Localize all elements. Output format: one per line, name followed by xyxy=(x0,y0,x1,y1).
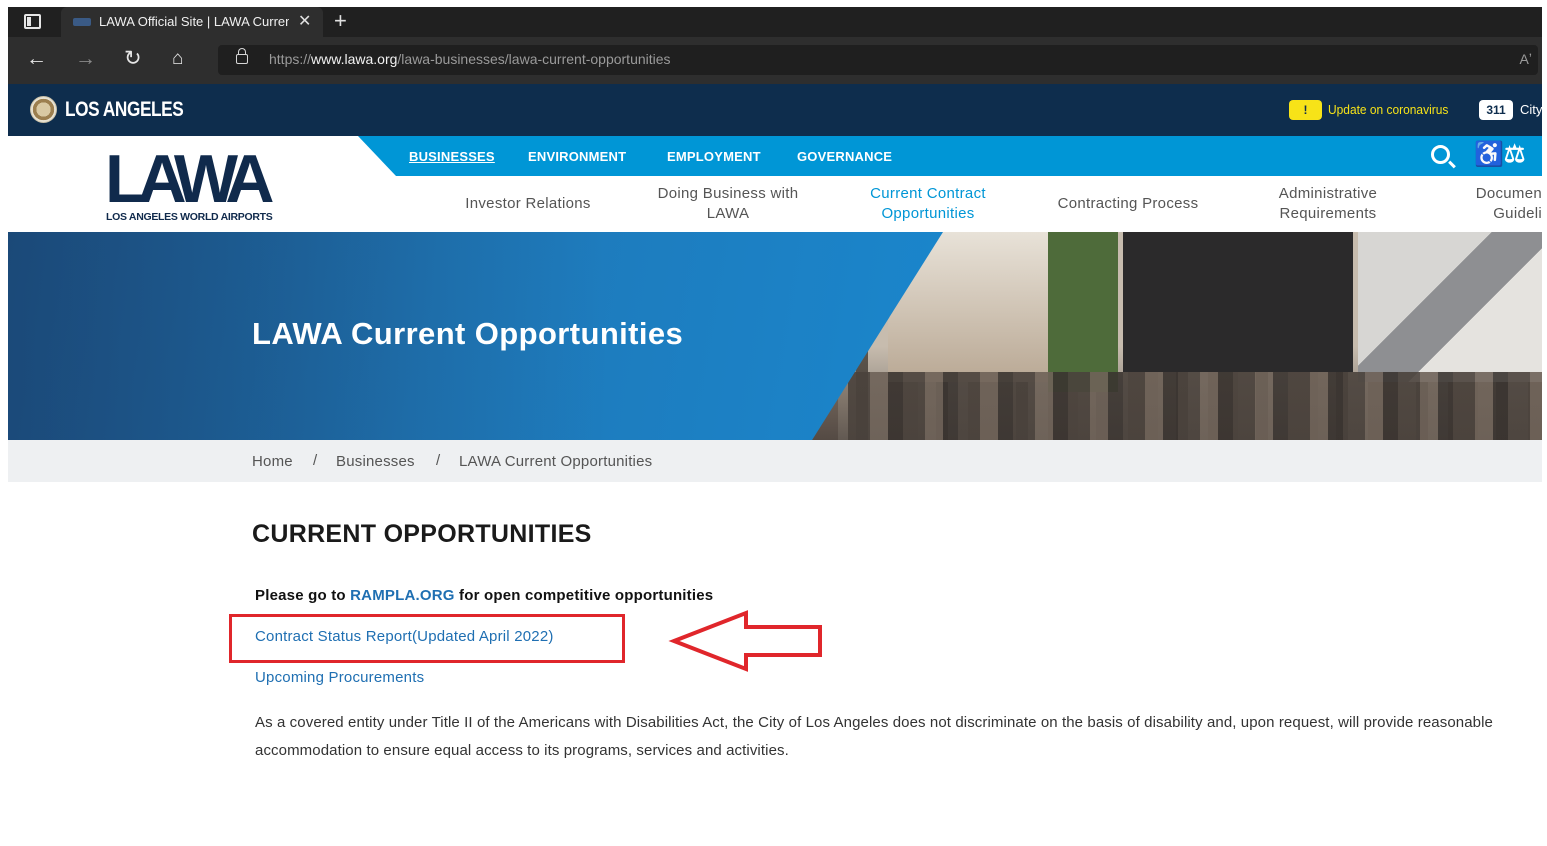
intro-after: for open competitive opportunities xyxy=(454,587,714,604)
site-header: BUSINESSES ENVIRONMENT EMPLOYMENT GOVERN… xyxy=(8,136,1542,232)
search-icon[interactable] xyxy=(1431,145,1450,164)
subnav-current-contract-opportunities[interactable]: Current Contract Opportunities xyxy=(848,184,1008,224)
refresh-icon[interactable]: ↻ xyxy=(124,47,142,71)
subnav-label-line: Doing Business with xyxy=(657,185,799,202)
forward-icon[interactable]: → xyxy=(75,47,96,71)
ada-notice: As a covered entity under Title II of th… xyxy=(255,714,1493,759)
alert-icon: ! xyxy=(1289,100,1322,120)
subnav-label-line: Administrative xyxy=(1278,185,1378,202)
annotation-highlight-box xyxy=(229,614,625,663)
accessibility-icon[interactable]: ♿⚖ xyxy=(1474,140,1525,169)
subnav-investor-relations[interactable]: Investor Relations xyxy=(448,194,608,214)
read-aloud-icon[interactable]: Aʼ xyxy=(1520,51,1532,67)
subnav-doing-business[interactable]: Doing Business with LAWA xyxy=(638,184,818,224)
logo-wordmark: LAWA xyxy=(105,141,274,217)
topnav-businesses[interactable]: BUSINESSES xyxy=(409,149,495,164)
topnav-governance[interactable]: GOVERNANCE xyxy=(797,149,892,164)
breadcrumb-separator: / xyxy=(436,452,441,469)
url-path: /lawa-businesses/lawa-current-opportunit… xyxy=(397,51,671,67)
tab-actions-icon[interactable] xyxy=(24,14,41,29)
breadcrumb-businesses[interactable]: Businesses xyxy=(336,453,415,470)
subnav-label-line: Documen xyxy=(1475,185,1542,202)
browser-tab-bar: LAWA Official Site | LAWA Curren ✕ + xyxy=(8,7,1542,37)
new-tab-icon[interactable]: + xyxy=(334,8,347,34)
tab-title: LAWA Official Site | LAWA Curren xyxy=(99,14,289,29)
hero-title: LAWA Current Opportunities xyxy=(252,316,684,351)
page-heading: CURRENT OPPORTUNITIES xyxy=(252,520,592,548)
subnav-label-line: Guideli xyxy=(1493,205,1542,222)
hero-banner: LAWA Current Opportunities xyxy=(8,232,1542,440)
hero-photo-escalator xyxy=(1358,232,1542,382)
topnav-employment[interactable]: EMPLOYMENT xyxy=(667,149,761,164)
subnav-contracting-process[interactable]: Contracting Process xyxy=(1038,194,1218,214)
coronavirus-link[interactable]: Update on coronavirus xyxy=(1328,102,1448,117)
subnav-label-line: Opportunities xyxy=(881,205,975,222)
subnav-administrative-requirements[interactable]: Administrative Requirements xyxy=(1248,184,1408,224)
breadcrumb: Home / Businesses / LAWA Current Opportu… xyxy=(8,440,1542,482)
city-name[interactable]: LOS ANGELES xyxy=(65,98,184,122)
subnav-label-line: Requirements xyxy=(1279,205,1377,222)
intro-before: Please go to xyxy=(255,587,351,604)
subnav-label-line: LAWA xyxy=(706,205,750,222)
top-nav-band: BUSINESSES ENVIRONMENT EMPLOYMENT GOVERN… xyxy=(358,136,1542,176)
intro-text: Please go to RAMPLA.ORG for open competi… xyxy=(255,587,713,604)
city-seal-icon[interactable] xyxy=(30,96,57,123)
badge-311[interactable]: 311 xyxy=(1479,100,1513,120)
hero-photo-dark-area xyxy=(1123,232,1353,372)
close-tab-icon[interactable]: ✕ xyxy=(298,11,311,31)
hero-photo-seating xyxy=(848,372,1542,440)
city-link[interactable]: City xyxy=(1520,102,1542,117)
url-host: www.lawa.org xyxy=(311,51,398,67)
breadcrumb-home[interactable]: Home xyxy=(252,453,293,470)
browser-tab[interactable]: LAWA Official Site | LAWA Curren ✕ xyxy=(61,7,323,37)
browser-toolbar: ← → ↻ ⌂ https://www.lawa.org/lawa-busine… xyxy=(8,37,1542,84)
topnav-environment[interactable]: ENVIRONMENT xyxy=(528,149,626,164)
logo-subtitle: LOS ANGELES WORLD AIRPORTS xyxy=(106,211,273,223)
url-text: https://www.lawa.org/lawa-businesses/law… xyxy=(269,51,671,67)
address-bar[interactable]: https://www.lawa.org/lawa-businesses/law… xyxy=(218,45,1538,75)
favicon-icon xyxy=(73,18,91,26)
lock-icon[interactable] xyxy=(236,48,248,64)
screenshot-frame: LAWA Official Site | LAWA Curren ✕ + ← →… xyxy=(8,7,1542,846)
back-icon[interactable]: ← xyxy=(26,47,47,71)
subnav-label-line: Current Contract xyxy=(870,185,986,202)
breadcrumb-current: LAWA Current Opportunities xyxy=(459,453,653,470)
rampla-link[interactable]: RAMPLA.ORG xyxy=(350,587,455,604)
lawa-logo[interactable]: LAWA LOS ANGELES WORLD AIRPORTS xyxy=(105,144,295,230)
hero-photo-green-wall xyxy=(1048,232,1118,392)
upcoming-procurements-link[interactable]: Upcoming Procurements xyxy=(255,669,424,686)
subnav-documents-guidelines[interactable]: Documen Guideli xyxy=(1458,184,1542,224)
arrow-shape xyxy=(668,610,822,672)
annotation-arrow-icon xyxy=(668,610,822,672)
home-icon[interactable]: ⌂ xyxy=(172,47,183,71)
url-scheme: https:// xyxy=(269,51,312,67)
breadcrumb-separator: / xyxy=(313,452,318,469)
city-bar: LOS ANGELES ! Update on coronavirus 311 … xyxy=(8,84,1542,136)
